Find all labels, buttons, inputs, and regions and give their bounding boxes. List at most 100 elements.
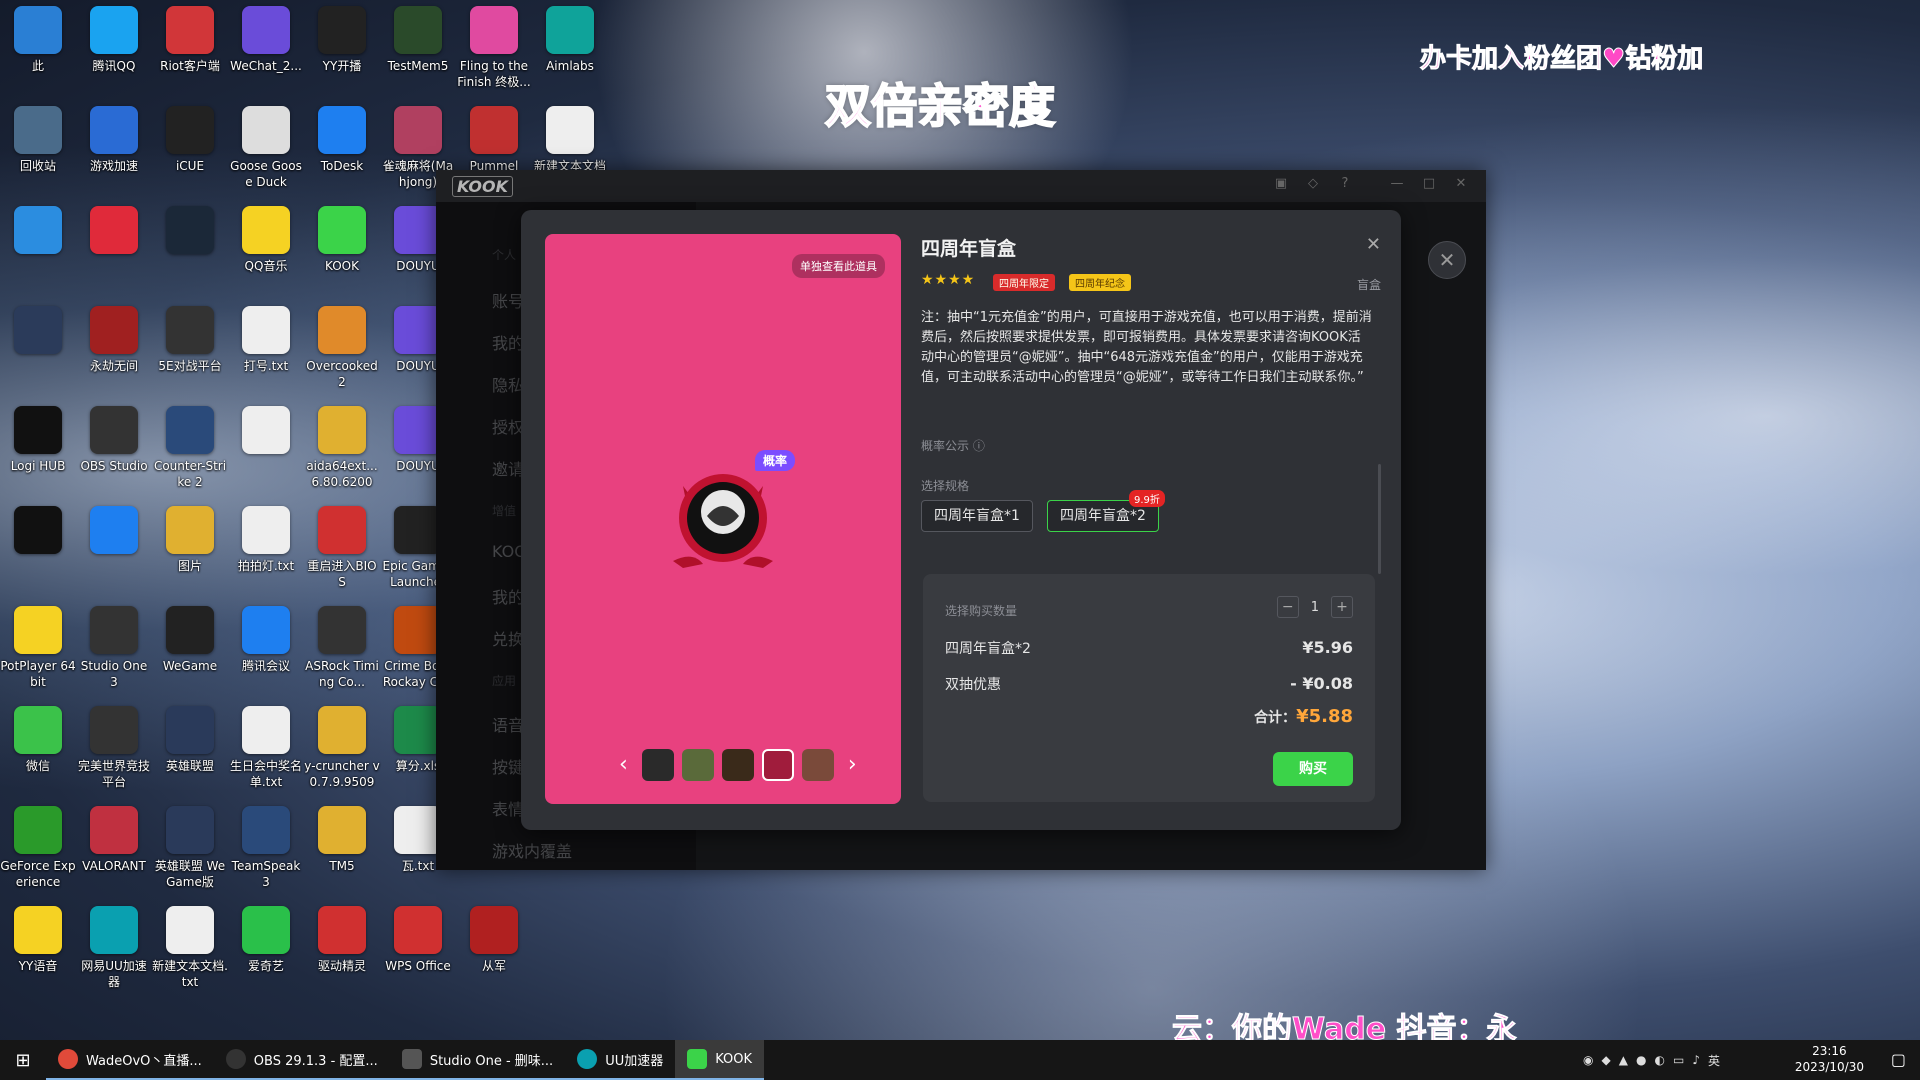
desktop-icon[interactable]: 重启进入BIOS	[304, 500, 380, 590]
desktop-icon[interactable]: KOOK	[304, 200, 380, 274]
app-icon	[166, 506, 214, 554]
windows-start-icon[interactable]: ⊞	[0, 1040, 46, 1080]
desktop-icon[interactable]: Pummel	[456, 100, 532, 174]
desktop-icon[interactable]	[0, 200, 76, 258]
desktop-icon[interactable]: OBS Studio	[76, 400, 152, 474]
minus-button[interactable]: −	[1276, 596, 1299, 618]
shield-icon[interactable]: ◇	[1304, 176, 1322, 194]
close-icon[interactable]: ✕	[1366, 234, 1381, 255]
desktop-icon[interactable]: ASRock Timing Co...	[304, 600, 380, 690]
minimize-icon[interactable]: —	[1388, 176, 1406, 194]
thumbnail[interactable]	[641, 749, 674, 781]
desktop-icon[interactable]: 英雄联盟 WeGame版	[152, 800, 228, 890]
tray-icon[interactable]: ◆	[1602, 1053, 1611, 1067]
desktop-icon[interactable]: 5E对战平台	[152, 300, 228, 374]
desktop-icon-label: 完美世界竞技平台	[77, 759, 150, 789]
maximize-icon[interactable]: □	[1420, 176, 1438, 194]
desktop-icon[interactable]	[0, 500, 76, 558]
desktop-icon[interactable]: 拍拍灯.txt	[228, 500, 304, 574]
desktop-icon[interactable]	[76, 500, 152, 558]
desktop-icon[interactable]: 图片	[152, 500, 228, 574]
desktop-icon[interactable]	[76, 200, 152, 258]
desktop-icon[interactable]: Overcooked 2	[304, 300, 380, 390]
taskbar-item-uu[interactable]: UU加速器	[565, 1040, 676, 1080]
desktop-icon[interactable]: TM5	[304, 800, 380, 874]
desktop-icon[interactable]: TestMem5	[380, 0, 456, 74]
desktop-icon[interactable]: WeChat_2...	[228, 0, 304, 74]
help-icon[interactable]: ?	[1336, 176, 1354, 194]
desktop-icon[interactable]: iCUE	[152, 100, 228, 174]
desktop-icon[interactable]: aida64ext... 6.80.6200	[304, 400, 380, 490]
clock[interactable]: 23:16 2023/10/30	[1795, 1043, 1864, 1075]
desktop-icon[interactable]: Logi HUB	[0, 400, 76, 474]
desktop-icon[interactable]: 英雄联盟	[152, 700, 228, 774]
desktop-icon[interactable]: PotPlayer 64 bit	[0, 600, 76, 690]
next-arrow-icon[interactable]: ›	[842, 749, 863, 781]
desktop-icon[interactable]: Aimlabs	[532, 0, 608, 74]
desktop-icon[interactable]: WPS Office	[380, 900, 456, 974]
prev-arrow-icon[interactable]: ‹	[613, 749, 634, 781]
desktop-icon[interactable]: 新建文本文档	[532, 100, 608, 174]
desktop-icon[interactable]: 从军	[456, 900, 532, 974]
thumbnail[interactable]	[681, 749, 714, 781]
tray-icon[interactable]: ●	[1636, 1053, 1646, 1067]
thumbnail[interactable]	[721, 749, 754, 781]
desktop-icon[interactable]: y-cruncher v0.7.9.9509	[304, 700, 380, 790]
desktop-icon[interactable]: 此	[0, 0, 76, 74]
desktop-icon[interactable]	[228, 400, 304, 458]
desktop-icon[interactable]: 永劫无间	[76, 300, 152, 374]
plus-button[interactable]: +	[1331, 596, 1353, 618]
ime-indicator[interactable]: 英	[1708, 1052, 1720, 1069]
network-icon[interactable]: ▭	[1673, 1053, 1684, 1067]
desktop-icon[interactable]: 游戏加速	[76, 100, 152, 174]
taskbar-item-studio-one[interactable]: Studio One - 删味...	[389, 1040, 566, 1080]
desktop-icon[interactable]	[0, 300, 76, 358]
tray-icon[interactable]: ▲	[1619, 1053, 1628, 1067]
desktop-icon[interactable]: 新建文本文档.txt	[152, 900, 228, 990]
view-separately-button[interactable]: 单独查看此道具	[792, 254, 885, 278]
desktop-icon[interactable]: 驱动精灵	[304, 900, 380, 974]
desktop-icon[interactable]: 回收站	[0, 100, 76, 174]
desktop-icon[interactable]: WeGame	[152, 600, 228, 674]
desktop-icon[interactable]: 腾讯QQ	[76, 0, 152, 74]
app-icon	[394, 406, 442, 454]
tray-icon[interactable]: ◉	[1583, 1053, 1593, 1067]
taskbar-item-kook[interactable]: KOOK	[675, 1040, 765, 1080]
probability-notice-link[interactable]: 概率公示 ⓘ	[921, 437, 985, 454]
scrollbar[interactable]	[1378, 464, 1381, 574]
desktop-icon[interactable]: Studio One 3	[76, 600, 152, 690]
buy-button[interactable]: 购买	[1273, 752, 1353, 786]
desktop-icon[interactable]: YY开播	[304, 0, 380, 74]
desktop-icon[interactable]	[152, 200, 228, 258]
outer-close-button[interactable]: ✕	[1428, 241, 1466, 279]
desktop-icon[interactable]: 爱奇艺	[228, 900, 304, 974]
notification-icon[interactable]: ▢	[1891, 1050, 1906, 1069]
thumbnail[interactable]	[801, 749, 834, 781]
gift-icon[interactable]: ▣	[1272, 176, 1290, 194]
desktop-icon[interactable]: 网易UU加速器	[76, 900, 152, 990]
desktop-icon[interactable]: Fling to the Finish 终极...	[456, 0, 532, 90]
spec-option-1[interactable]: 四周年盲盒*1	[921, 500, 1033, 532]
taskbar-item-chrome[interactable]: WadeOvO丶直播...	[46, 1040, 214, 1080]
taskbar-item-obs[interactable]: OBS 29.1.3 - 配置...	[213, 1040, 390, 1080]
desktop-icon[interactable]: QQ音乐	[228, 200, 304, 274]
desktop-icon[interactable]: Riot客户端	[152, 0, 228, 74]
desktop-icon[interactable]: ToDesk	[304, 100, 380, 174]
price-row: 四周年盲盒*2 ¥5.96	[945, 638, 1353, 658]
desktop-icon[interactable]: Goose Goose Duck	[228, 100, 304, 190]
volume-icon[interactable]: ♪	[1692, 1053, 1700, 1067]
desktop-icon[interactable]: 打号.txt	[228, 300, 304, 374]
desktop-icon[interactable]: 完美世界竞技平台	[76, 700, 152, 790]
desktop-icon[interactable]: 生日会中奖名单.txt	[228, 700, 304, 790]
desktop-icon[interactable]: VALORANT	[76, 800, 152, 874]
thumbnail-selected[interactable]	[761, 749, 794, 781]
desktop-icon[interactable]: YY语音	[0, 900, 76, 974]
desktop-icon[interactable]: TeamSpeak 3	[228, 800, 304, 890]
tray-icon[interactable]: ◐	[1654, 1053, 1664, 1067]
desktop-icon[interactable]: 腾讯会议	[228, 600, 304, 674]
desktop-icon[interactable]: 微信	[0, 700, 76, 774]
close-window-icon[interactable]: ✕	[1452, 176, 1470, 194]
desktop-icon[interactable]: GeForce Experience	[0, 800, 76, 890]
desktop-icon-label: Riot客户端	[160, 59, 220, 73]
desktop-icon[interactable]: Counter-Strike 2	[152, 400, 228, 490]
